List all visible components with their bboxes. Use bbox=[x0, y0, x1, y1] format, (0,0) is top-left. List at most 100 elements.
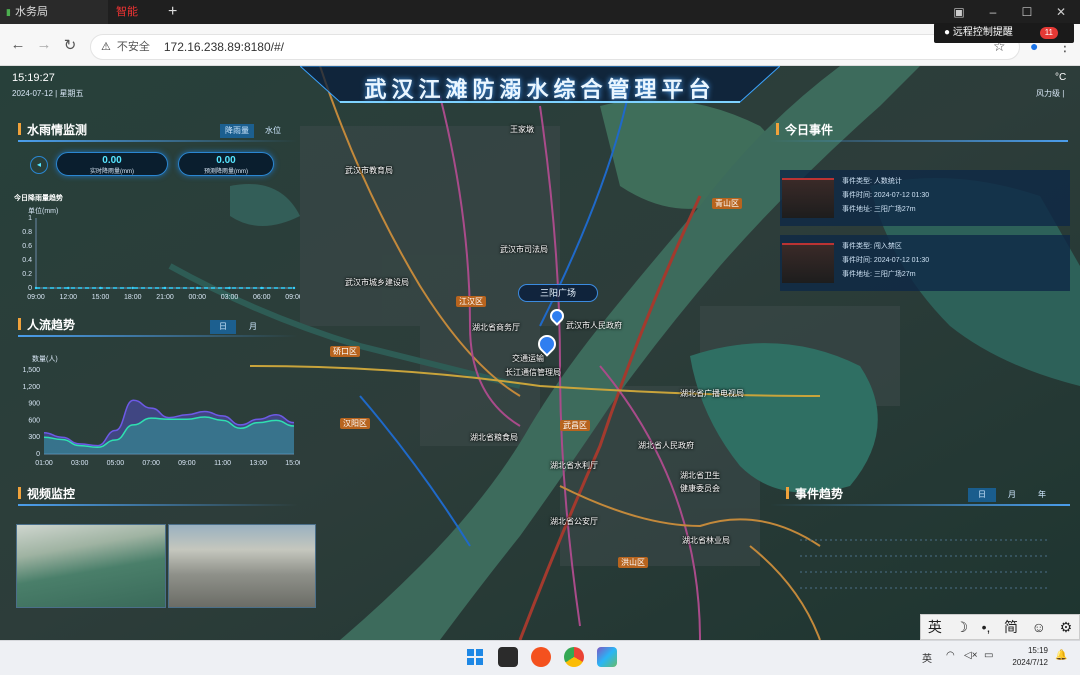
map-district-badge: 硚口区 bbox=[330, 346, 360, 357]
security-label: 不安全 bbox=[116, 41, 150, 53]
x-tick-label: 12:00 bbox=[59, 294, 77, 301]
punctuation-icon[interactable]: •, bbox=[982, 619, 991, 635]
app-color-icon[interactable] bbox=[597, 647, 617, 667]
map-label-place: 交通运输 bbox=[512, 354, 544, 363]
minimize-button[interactable]: – bbox=[976, 0, 1010, 24]
map-label-place: 健康委员会 bbox=[680, 484, 720, 493]
y-tick-label: 0.6 bbox=[22, 243, 32, 250]
current-date: 2024-07-12 | 星期五 bbox=[12, 89, 84, 98]
section-marker bbox=[786, 487, 789, 499]
map-label-place: 湖北省公安厅 bbox=[550, 517, 598, 526]
x-tick-label: 07:00 bbox=[142, 460, 160, 467]
emoji-icon[interactable]: ☺ bbox=[1032, 619, 1046, 635]
events-section-header: 今日事件 bbox=[776, 120, 833, 138]
data-point bbox=[131, 286, 134, 290]
notification-bell-icon[interactable]: 🔔 bbox=[1055, 650, 1067, 661]
forecast-rainfall-value: 0.00 bbox=[216, 155, 236, 166]
tab-rainfall[interactable]: 降雨量 bbox=[220, 124, 254, 138]
app-orange-icon[interactable] bbox=[531, 647, 551, 667]
ime-toolbar[interactable]: 英 ☽ •, 简 ☺ ⚙ bbox=[920, 614, 1080, 640]
x-tick-label: 18:00 bbox=[124, 294, 142, 301]
section-divider bbox=[18, 335, 298, 337]
section-title: 今日事件 bbox=[785, 122, 834, 137]
map-district-badge: 洪山区 bbox=[618, 557, 648, 568]
x-tick-label: 03:00 bbox=[71, 460, 89, 467]
video-feed-1[interactable] bbox=[16, 524, 166, 608]
section-marker bbox=[776, 123, 779, 135]
moon-icon[interactable]: ☽ bbox=[955, 619, 968, 636]
map-label-place: 湖北省林业局 bbox=[682, 536, 730, 545]
tab-label: 智能 bbox=[116, 6, 138, 18]
gauge-arrow-icon: ◂ bbox=[30, 156, 48, 174]
new-tab-button[interactable]: + bbox=[168, 1, 177, 23]
y-tick-label: 1,500 bbox=[22, 367, 40, 374]
realtime-rainfall-gauge: 0.00 实时降雨量(mm) bbox=[56, 152, 168, 176]
terminal-icon[interactable] bbox=[498, 647, 518, 667]
tab-smart[interactable]: 智能 ✕ bbox=[108, 0, 160, 43]
map-label-place: 武汉市司法局 bbox=[500, 245, 548, 254]
x-tick-label: 21:00 bbox=[156, 294, 174, 301]
map-label-place: 武汉市教育局 bbox=[345, 166, 393, 175]
battery-icon[interactable]: ▭ bbox=[984, 650, 993, 661]
windows-start-icon[interactable] bbox=[465, 647, 485, 667]
tab-month[interactable]: 月 bbox=[998, 488, 1026, 502]
tab-water-level[interactable]: 水位 bbox=[258, 124, 288, 138]
event-card[interactable]: 事件类型: 人数统计 事件时间: 2024-07-12 01:30 事件地址: … bbox=[780, 170, 1070, 226]
wind-level: 风力级 | bbox=[1036, 89, 1065, 98]
remote-control-notice[interactable]: ● 远程控制提醒 11 bbox=[934, 23, 1074, 43]
ime-language[interactable]: 英 bbox=[928, 617, 942, 637]
y-tick-label: 900 bbox=[28, 401, 40, 408]
tab-bar bbox=[0, 0, 1080, 24]
crowd-trend-chart: 0 300 600 900 1,200 1,500 01:00 03:00 05:00 07:00… bbox=[22, 367, 300, 467]
x-tick-label: 09:00 bbox=[178, 460, 196, 467]
tab-year[interactable]: 年 bbox=[1028, 488, 1056, 502]
y-tick-label: 0 bbox=[28, 285, 32, 292]
maximize-button[interactable]: ☐ bbox=[1010, 0, 1044, 24]
forward-icon[interactable]: → bbox=[34, 36, 54, 53]
y-tick-label: 1,200 bbox=[22, 384, 40, 391]
tab-day[interactable]: 日 bbox=[210, 320, 236, 334]
map-label-place: 湖北省水利厅 bbox=[550, 461, 598, 470]
taskbar-clock[interactable]: 15:19 2024/7/12 bbox=[1003, 645, 1048, 669]
notice-count: 11 bbox=[1039, 27, 1058, 39]
location-popup[interactable]: 三阳广场 bbox=[518, 284, 598, 302]
pip-icon[interactable]: ▣ bbox=[942, 0, 976, 24]
reload-icon[interactable]: ↻ bbox=[60, 36, 80, 54]
x-tick-label: 09:00 bbox=[27, 294, 45, 301]
wifi-icon[interactable]: ◠ bbox=[946, 650, 955, 661]
event-address: 事件地址: 三阳广场27m bbox=[842, 271, 916, 278]
event-time: 事件时间: 2024-07-12 01:30 bbox=[842, 192, 930, 199]
x-tick-label: 05:00 bbox=[107, 460, 125, 467]
x-tick-label: 00:00 bbox=[188, 294, 206, 301]
video-section-header: 视频监控 bbox=[18, 484, 75, 502]
video-feed-2[interactable] bbox=[168, 524, 316, 608]
gear-icon[interactable]: ⚙ bbox=[1060, 619, 1073, 636]
url-text: 172.16.238.89:8180/#/ bbox=[163, 40, 284, 54]
taskbar-date: 2024/7/12 bbox=[1012, 658, 1048, 667]
event-thumbnail bbox=[782, 243, 834, 283]
tab-water-bureau[interactable]: ▮ 水务局 bbox=[0, 0, 108, 24]
ime-simplified[interactable]: 简 bbox=[1004, 617, 1018, 637]
x-tick-label: 15:00 bbox=[285, 460, 300, 467]
tray-ime[interactable]: 英 bbox=[922, 650, 932, 665]
map-label-place: 湖北省粮食局 bbox=[470, 433, 518, 442]
tab-day[interactable]: 日 bbox=[968, 488, 996, 502]
tab-label: 水务局 bbox=[14, 6, 48, 18]
section-marker bbox=[18, 487, 21, 499]
volume-icon[interactable]: ◁× bbox=[964, 650, 978, 661]
event-card[interactable]: 事件类型: 闯入禁区 事件时间: 2024-07-12 01:30 事件地址: … bbox=[780, 235, 1070, 291]
address-bar[interactable]: ⚠ 不安全 172.16.238.89:8180/#/ bbox=[90, 34, 1020, 60]
close-window-button[interactable]: ✕ bbox=[1044, 0, 1078, 24]
y-tick-label: 600 bbox=[28, 417, 40, 424]
section-marker bbox=[18, 123, 21, 135]
section-divider bbox=[18, 140, 298, 142]
rain-section-header: 水雨情监测 bbox=[18, 120, 87, 138]
chrome-icon[interactable] bbox=[564, 647, 584, 667]
back-icon[interactable]: ← bbox=[8, 36, 28, 53]
section-divider bbox=[770, 504, 1070, 506]
x-tick-label: 03:00 bbox=[221, 294, 239, 301]
x-tick-label: 06:00 bbox=[253, 294, 271, 301]
taskbar-time: 15:19 bbox=[1027, 646, 1048, 655]
tab-month[interactable]: 月 bbox=[240, 320, 266, 334]
notice-label: 远程控制提醒 bbox=[952, 27, 1013, 38]
